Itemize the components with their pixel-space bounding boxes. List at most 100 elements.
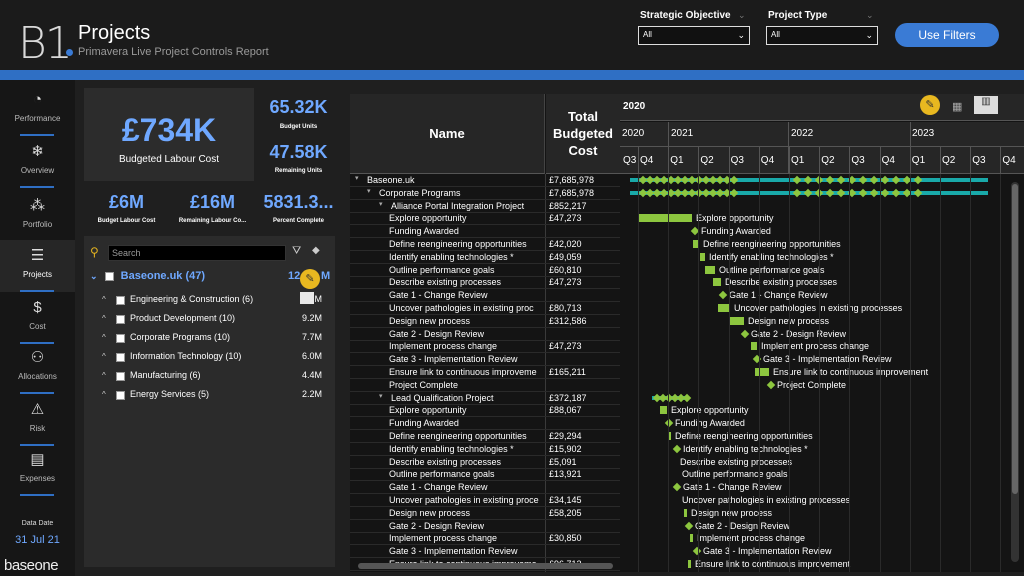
- milestone-diamond[interactable]: [684, 521, 694, 530]
- expand-toggle-icon[interactable]: ▾: [379, 200, 383, 208]
- table-row[interactable]: ▾ Lead Qualification Project £372,187: [350, 392, 620, 405]
- table-row[interactable]: Uncover pathologies in existing proc £80,…: [350, 302, 620, 315]
- eraser-icon[interactable]: ◆: [312, 245, 320, 256]
- strategic-objective-select[interactable]: All ⌄: [638, 26, 750, 45]
- edit-pencil-icon[interactable]: ✎: [920, 95, 940, 115]
- nav-risk[interactable]: ⚠ Risk: [0, 394, 75, 446]
- table-row[interactable]: Design new process £58,205: [350, 507, 620, 520]
- table-row[interactable]: Design new process £312,586: [350, 315, 620, 328]
- table-row[interactable]: ▾ Baseone.uk £7,685,978: [350, 174, 620, 187]
- checkbox[interactable]: [116, 315, 125, 324]
- milestone-diamond[interactable]: [692, 546, 702, 556]
- task-bar[interactable]: [684, 508, 687, 517]
- task-bar[interactable]: [755, 368, 769, 376]
- tree-item[interactable]: ^ Manufacturing (6) 4.4M: [102, 370, 328, 384]
- table-row[interactable]: Define reengineering opportunities £29,29…: [350, 430, 620, 443]
- milestone-diamond[interactable]: [752, 354, 762, 364]
- milestone-diamond[interactable]: [766, 380, 776, 390]
- table-row[interactable]: Gate 2 - Design Review: [350, 328, 620, 341]
- table-row[interactable]: Gate 1 - Change Review: [350, 481, 620, 495]
- task-bar[interactable]: [660, 406, 667, 415]
- table-row[interactable]: Outline performance goals £60,810: [350, 264, 620, 277]
- milestone-diamond[interactable]: [740, 329, 750, 338]
- checkbox[interactable]: [116, 296, 125, 305]
- task-bar[interactable]: [751, 342, 757, 351]
- chevron-up-icon[interactable]: ^: [102, 390, 112, 399]
- table-row[interactable]: Gate 2 - Design Review: [350, 520, 620, 533]
- chevron-up-icon[interactable]: ^: [102, 295, 112, 304]
- table-row[interactable]: Describe existing processes £5,091: [350, 456, 620, 469]
- table-row[interactable]: Explore opportunity £47,273: [350, 212, 620, 226]
- scrollbar-thumb[interactable]: [1012, 184, 1018, 494]
- table-row[interactable]: Describe existing processes £47,273: [350, 276, 620, 290]
- table-row[interactable]: Ensure link to continuous improveme £165,…: [350, 366, 620, 379]
- image-icon[interactable]: ▥: [974, 96, 998, 114]
- table-row[interactable]: Identify enabling technologies * £15,902: [350, 443, 620, 456]
- tree-item[interactable]: ^ Information Technology (10) 6.0M: [102, 351, 328, 365]
- table-row[interactable]: Gate 1 - Change Review: [350, 289, 620, 303]
- table-row[interactable]: ▾ Alliance Portal Integration Project £852…: [350, 200, 620, 213]
- nav-cost[interactable]: $ Cost: [0, 292, 75, 344]
- table-row[interactable]: Gate 3 - Implementation Review: [350, 545, 620, 559]
- chevron-up-icon[interactable]: ^: [102, 333, 112, 342]
- task-bar[interactable]: [638, 214, 692, 223]
- chevron-up-icon[interactable]: ^: [102, 352, 112, 361]
- kpi-budget-labour-label: Budget Labour Cost: [97, 218, 156, 224]
- milestone-diamond[interactable]: [672, 482, 682, 492]
- tree-item[interactable]: ^ Corporate Programs (10) 7.7M: [102, 332, 328, 346]
- expand-toggle-icon[interactable]: ▾: [379, 392, 383, 400]
- table-row[interactable]: Implement process change £47,273: [350, 340, 620, 354]
- project-type-select[interactable]: All ⌄: [766, 26, 878, 45]
- table-row[interactable]: Funding Awarded: [350, 417, 620, 431]
- chevron-down-icon: ⌄: [865, 30, 873, 40]
- table-row[interactable]: Gate 3 - Implementation Review: [350, 353, 620, 367]
- table-row[interactable]: Project Complete: [350, 379, 620, 392]
- table-row[interactable]: ▾ Corporate Programs £7,685,978: [350, 187, 620, 200]
- table-row[interactable]: Outline performance goals £13,921: [350, 468, 620, 482]
- table-row[interactable]: Explore opportunity £88,067: [350, 404, 620, 418]
- horizontal-scrollbar[interactable]: [358, 563, 613, 569]
- row-name: Gate 3 - Implementation Review: [389, 354, 518, 365]
- expand-toggle-icon[interactable]: ▾: [355, 174, 359, 182]
- nav-expenses[interactable]: ▤ Expenses: [0, 444, 75, 496]
- task-label: Funding Awarded: [701, 226, 771, 237]
- checkbox[interactable]: [116, 391, 125, 400]
- tree-item[interactable]: ^ Engineering & Construction (6) M: [102, 294, 328, 308]
- table-row[interactable]: Define reengineering opportunities £42,02…: [350, 238, 620, 251]
- edit-pencil-icon[interactable]: ✎: [300, 269, 320, 289]
- chevron-up-icon[interactable]: ^: [102, 314, 112, 323]
- search-input[interactable]: Search: [108, 245, 286, 261]
- tree-root[interactable]: ⌄ Baseone.uk (47) 12 M: [90, 270, 330, 286]
- col-header-cost[interactable]: Total Budgeted Cost: [546, 94, 620, 174]
- tree-item[interactable]: ^ Product Development (10) 9.2M: [102, 313, 328, 327]
- vertical-scrollbar[interactable]: [1011, 182, 1019, 562]
- filter-icon[interactable]: ⛛: [292, 245, 301, 258]
- task-bar[interactable]: [700, 252, 705, 261]
- nav-projects[interactable]: ☰ Projects: [0, 240, 75, 292]
- col-header-name[interactable]: Name: [350, 94, 545, 174]
- expand-toggle-icon[interactable]: ▾: [367, 187, 371, 195]
- nav-overview[interactable]: ❄ Overview: [0, 136, 75, 188]
- task-bar[interactable]: [690, 534, 693, 543]
- checkbox[interactable]: [104, 271, 114, 281]
- table-row[interactable]: Identify enabling technologies * £49,059: [350, 251, 620, 264]
- milestone-diamond[interactable]: [718, 290, 728, 300]
- nav-performance[interactable]: ◔ Performance: [0, 84, 75, 136]
- checkbox[interactable]: [116, 353, 125, 362]
- tree-item[interactable]: ^ Energy Services (5) 2.2M: [102, 389, 328, 403]
- table-row[interactable]: Uncover pathologies in existing proce £34…: [350, 494, 620, 507]
- use-filters-button[interactable]: Use Filters: [895, 23, 999, 47]
- chevron-up-icon[interactable]: ^: [102, 371, 112, 380]
- checkbox[interactable]: [116, 372, 125, 381]
- grid-icon[interactable]: ▦: [952, 100, 962, 113]
- task-bar[interactable]: [688, 560, 691, 568]
- task-bar[interactable]: [713, 278, 721, 287]
- nav-portfolio[interactable]: ⁂ Portfolio: [0, 190, 75, 242]
- task-bar[interactable]: [705, 265, 715, 274]
- milestone-diamond[interactable]: [672, 444, 682, 454]
- table-row[interactable]: Funding Awarded: [350, 225, 620, 239]
- nav-allocations[interactable]: ⚇ Allocations: [0, 342, 75, 394]
- table-row[interactable]: Implement process change £30,850: [350, 532, 620, 546]
- checkbox[interactable]: [116, 334, 125, 343]
- task-bar[interactable]: [730, 316, 744, 325]
